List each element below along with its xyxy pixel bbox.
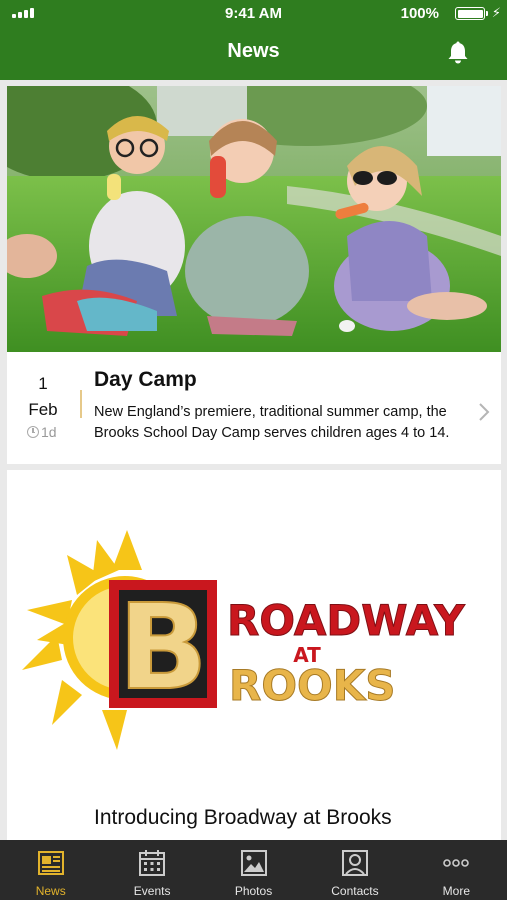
broadway-logo-graphic: B ROADWAY AT ROOKS — [22, 530, 466, 750]
charging-icon: ⚡ — [491, 5, 501, 20]
news-title[interactable]: Introducing Broadway at Brooks — [94, 806, 392, 830]
tab-more[interactable]: More — [406, 840, 507, 900]
news-feed[interactable]: 1 Feb 1d Day Camp New England’s premiere… — [0, 80, 507, 840]
logo-line-2: ROOKS — [229, 661, 396, 710]
logo-big-letter: B — [118, 578, 208, 716]
news-title[interactable]: Day Camp — [94, 368, 197, 392]
news-card-day-camp[interactable]: 1 Feb 1d Day Camp New England’s premiere… — [7, 86, 501, 464]
status-bar: 9:41 AM 100% ⚡ — [0, 0, 507, 28]
more-dots-icon — [443, 859, 470, 867]
logo-line-1: ROADWAY — [227, 596, 465, 645]
photo-icon — [240, 850, 267, 876]
tab-label: Events — [133, 884, 171, 898]
bell-icon[interactable] — [445, 40, 471, 66]
tab-label: More — [442, 884, 470, 898]
tab-label: Contacts — [331, 884, 379, 898]
news-photo — [7, 86, 501, 352]
news-card-body[interactable]: 1 Feb 1d Day Camp New England’s premiere… — [7, 352, 501, 464]
tab-events[interactable]: Events — [101, 840, 202, 900]
tab-label: Photos — [234, 884, 273, 898]
tab-photos[interactable]: Photos — [203, 840, 304, 900]
tab-news[interactable]: News — [0, 840, 101, 900]
news-age: 1d — [27, 424, 57, 440]
tab-bar: News Events Photos Contacts More — [0, 840, 507, 900]
app-header: 9:41 AM 100% ⚡ News — [0, 0, 507, 80]
contact-icon — [341, 850, 368, 876]
news-age-label: 1d — [41, 424, 57, 440]
battery-percent: 100% — [400, 5, 439, 22]
page-title: News — [227, 40, 280, 62]
news-card-broadway[interactable]: B ROADWAY AT ROOKS Introducing Broadway … — [7, 470, 501, 840]
tab-contacts[interactable]: Contacts — [304, 840, 405, 900]
broadway-at-brooks-logo: B ROADWAY AT ROOKS — [7, 510, 501, 750]
tab-label: News — [35, 884, 66, 898]
date-divider — [80, 390, 82, 418]
chevron-right-icon[interactable] — [477, 402, 491, 422]
newspaper-icon — [37, 851, 64, 875]
clock-icon — [27, 426, 39, 438]
calendar-icon — [139, 850, 166, 876]
news-date-month: Feb — [28, 400, 58, 419]
news-description: New England’s premiere, traditional summ… — [94, 404, 450, 441]
news-date-day: 1 — [38, 374, 48, 393]
battery-icon — [455, 7, 488, 20]
